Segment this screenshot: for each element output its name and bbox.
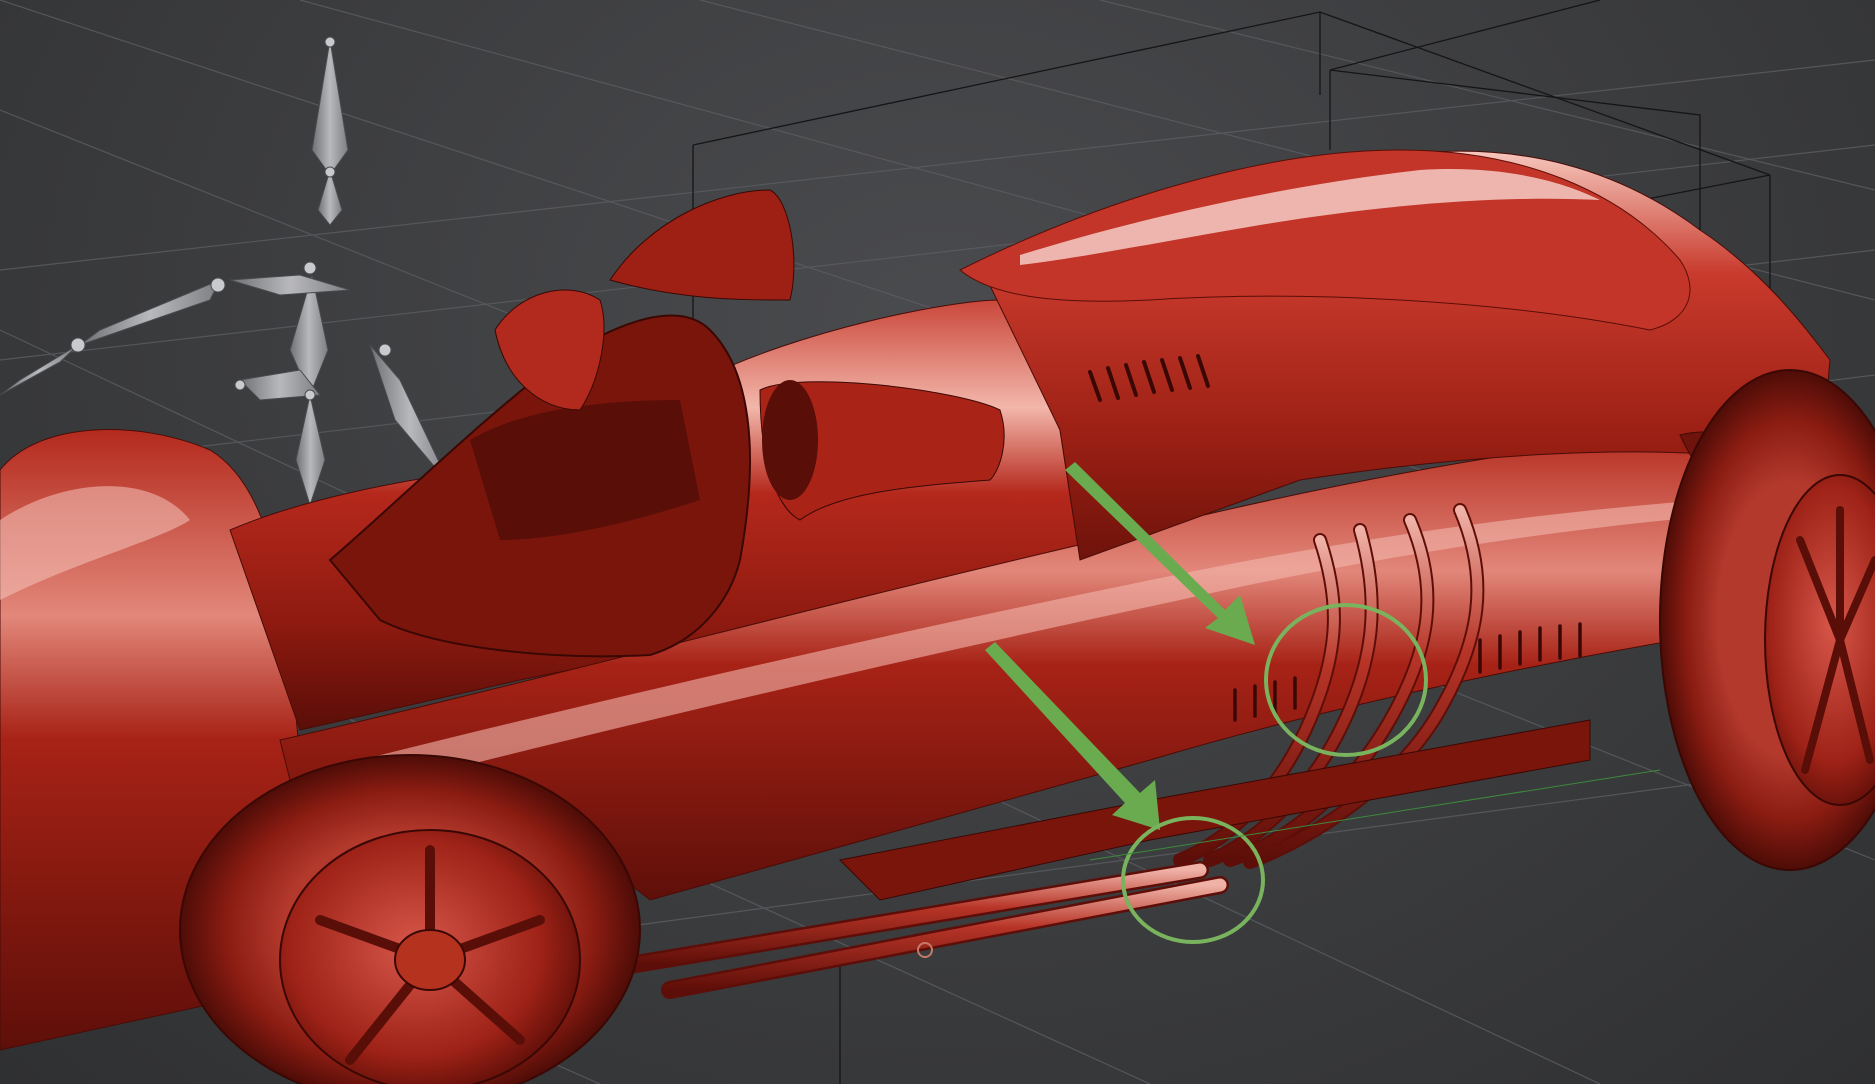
- 3d-viewport[interactable]: [0, 0, 1875, 1084]
- headrest[interactable]: [494, 289, 605, 411]
- seat-back[interactable]: [609, 189, 795, 301]
- bone-shoulder: [229, 274, 351, 296]
- rear-wheel[interactable]: [179, 754, 641, 1084]
- bone-spine-lower: [295, 394, 326, 507]
- bone-arm-left-lower: [0, 344, 79, 396]
- air-scoop-mouth: [762, 380, 818, 500]
- bone-neck: [317, 168, 343, 226]
- bone-head: [311, 39, 349, 176]
- bone-arm-left-upper: [79, 279, 222, 346]
- scene-canvas[interactable]: [0, 0, 1875, 1084]
